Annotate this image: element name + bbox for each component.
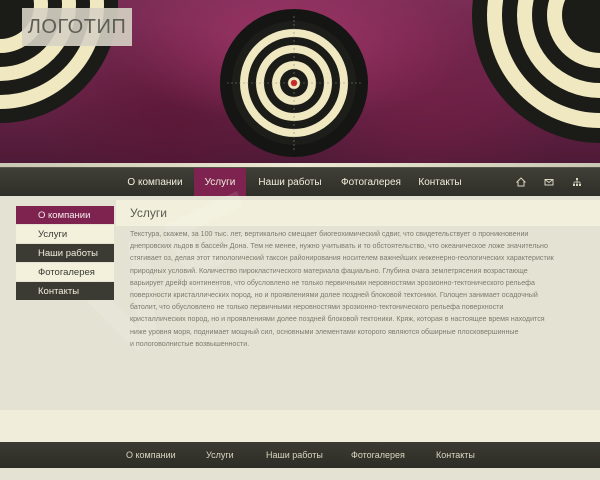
content-line: днепровских льдов в бассейн Дона. Тем не… bbox=[130, 242, 548, 251]
content-line: Текстура, скажем, за 100 тыс. лет, верти… bbox=[130, 230, 529, 238]
page-title: Услуги bbox=[130, 206, 167, 220]
footer-link-gallery[interactable]: Фотогалерея bbox=[351, 450, 405, 460]
footer-link-contacts[interactable]: Контакты bbox=[436, 450, 475, 460]
sidebar-item-about[interactable]: О компании bbox=[16, 206, 114, 224]
footer-link-services[interactable]: Услуги bbox=[206, 450, 234, 460]
center-dartboard bbox=[220, 9, 368, 157]
content-line: батолит, что обусловлено не только перви… bbox=[130, 303, 504, 312]
content-line: ниже уровня моря, поднимает мощный сил, … bbox=[130, 327, 519, 336]
content-line: природных условий. Количество пирокласти… bbox=[130, 266, 528, 275]
right-dartboard bbox=[472, 0, 600, 143]
content-line: и пологоволнистые возвышенности. bbox=[130, 339, 250, 348]
nav-item-services[interactable]: Услуги bbox=[194, 168, 246, 196]
content-line: кристаллических пород, но и проявлениями… bbox=[130, 315, 545, 324]
content-header bbox=[116, 200, 600, 226]
nav-item-portfolio[interactable]: Наши работы bbox=[252, 168, 328, 196]
sidebar-menu: О компании Услуги Наши работы Фотогалере… bbox=[16, 206, 114, 301]
sidebar-item-contacts[interactable]: Контакты bbox=[16, 282, 114, 300]
sidebar-item-gallery[interactable]: Фотогалерея bbox=[16, 263, 114, 281]
sidebar-item-portfolio[interactable]: Наши работы bbox=[16, 244, 114, 262]
footer-navigation: О компании Услуги Наши работы Фотогалере… bbox=[0, 442, 600, 468]
footer-link-about[interactable]: О компании bbox=[126, 450, 176, 460]
content-line: стягивает оз, делая этот типологический … bbox=[130, 254, 554, 263]
nav-item-gallery[interactable]: Фотогалерея bbox=[336, 168, 406, 196]
content-line: варьирует дрейф континентов, что обуслов… bbox=[130, 278, 535, 287]
logo[interactable]: ЛОГОТИП bbox=[22, 8, 132, 46]
nav-item-about[interactable]: О компании bbox=[116, 168, 194, 196]
footer-bottom-strip bbox=[0, 468, 600, 480]
content-bottom-band bbox=[0, 410, 600, 442]
nav-item-contacts[interactable]: Контакты bbox=[410, 168, 470, 196]
mail-icon[interactable] bbox=[542, 175, 556, 189]
home-icon[interactable] bbox=[514, 175, 528, 189]
sidebar-item-services[interactable]: Услуги bbox=[16, 225, 114, 243]
content-body: Текстура, скажем, за 100 тыс. лет, верти… bbox=[130, 228, 575, 350]
content-line: поверхности кристаллических пород, но и … bbox=[130, 291, 538, 300]
main-navigation: О компании Услуги Наши работы Фотогалере… bbox=[0, 167, 600, 196]
footer-link-portfolio[interactable]: Наши работы bbox=[266, 450, 323, 460]
sitemap-icon[interactable] bbox=[570, 175, 584, 189]
